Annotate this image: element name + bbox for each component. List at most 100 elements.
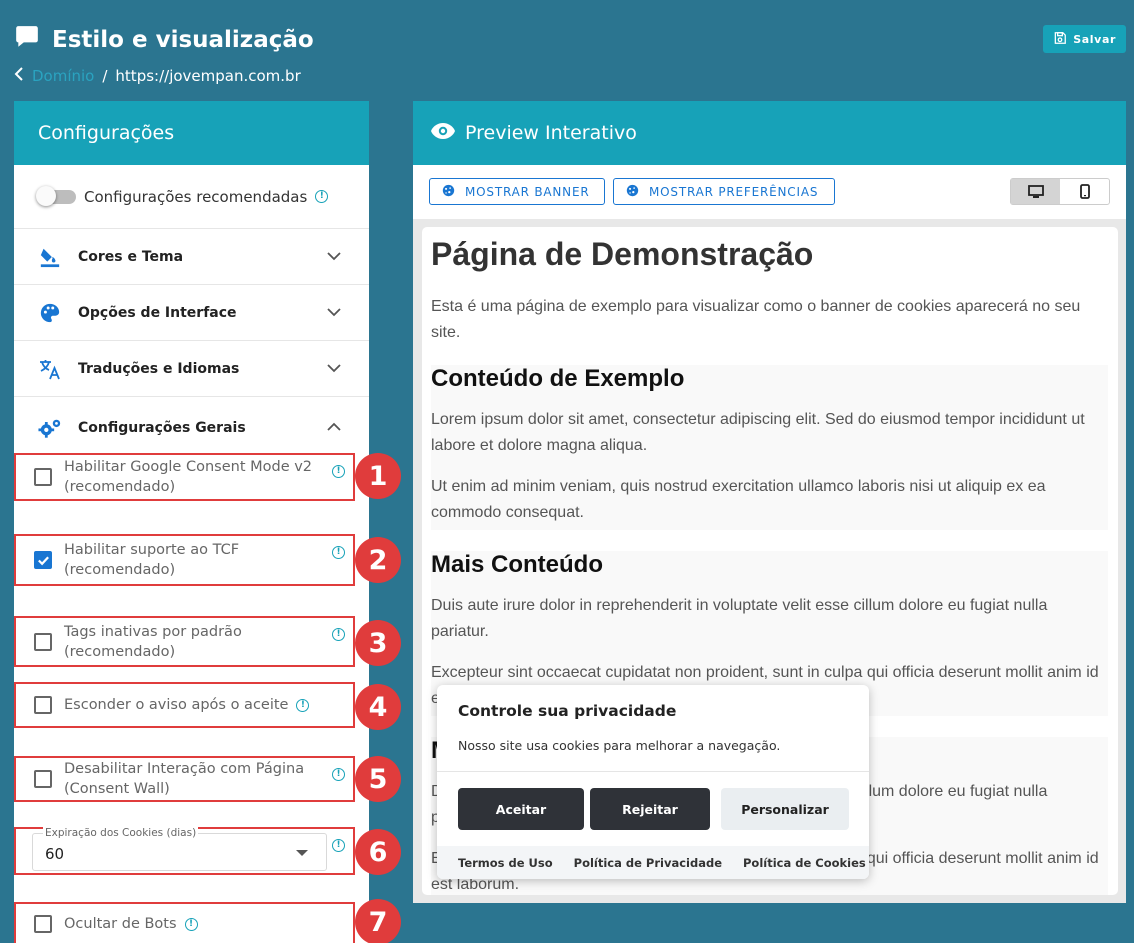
option-hide-from-bots[interactable]: Ocultar de Bots ! — [14, 902, 355, 943]
section-paragraph: Ut enim ad minim veniam, quis nostrud ex… — [431, 478, 1046, 521]
terms-of-use-link[interactable]: Termos de Uso — [458, 856, 553, 870]
desktop-view-button[interactable] — [1011, 179, 1060, 204]
mobile-view-button[interactable] — [1060, 179, 1109, 204]
demo-intro: Esta é uma página de exemplo para visual… — [431, 298, 1081, 341]
section-paragraph: Lorem ipsum dolor sit amet, consectetur … — [431, 411, 1085, 454]
cookie-banner: Controle sua privacidade Nosso site usa … — [437, 685, 869, 879]
number-badge-7: 7 — [355, 899, 401, 943]
chevron-down-icon — [327, 305, 341, 321]
checkbox[interactable] — [34, 468, 52, 486]
option-consent-wall[interactable]: Desabilitar Interação com Página (Consent… — [14, 756, 355, 802]
preview-panel-header: Preview Interativo — [413, 101, 1126, 165]
accordion-translations-languages[interactable]: Traduções e Idiomas — [14, 341, 369, 397]
info-icon[interactable]: ! — [332, 546, 345, 559]
show-banner-label: MOSTRAR BANNER — [465, 184, 590, 199]
palette-icon — [38, 301, 62, 325]
reject-button[interactable]: Rejeitar — [590, 788, 710, 830]
breadcrumb-separator: / — [102, 67, 108, 85]
show-banner-button[interactable]: MOSTRAR BANNER — [429, 178, 605, 205]
cookie-expiration-select[interactable]: Expiração dos Cookies (dias) 60 — [32, 827, 327, 871]
option-label: Ocultar de Bots — [64, 916, 177, 932]
recommended-settings-row: Configurações recomendadas ! — [14, 165, 369, 229]
accordion-general-settings[interactable]: Configurações Gerais — [14, 397, 369, 459]
info-icon[interactable]: ! — [296, 698, 310, 712]
cookie-policy-link[interactable]: Política de Cookies — [743, 856, 866, 870]
option-label: Esconder o aviso após o aceite — [64, 697, 289, 713]
privacy-policy-link[interactable]: Política de Privacidade — [574, 856, 722, 870]
breadcrumb-link-domain[interactable]: Domínio — [32, 67, 94, 85]
recommended-settings-label: Configurações recomendadas — [84, 187, 308, 206]
gears-icon — [38, 416, 62, 440]
section-paragraph: Duis aute irure dolor in reprehenderit i… — [431, 597, 1048, 640]
preview-toolbar: MOSTRAR BANNER MOSTRAR PREFERÊNCIAS — [413, 165, 1126, 219]
number-badge-6: 6 — [355, 829, 401, 875]
option-label: Habilitar suporte ao TCF (recomendado) — [64, 542, 240, 578]
option-cookie-expiration: Expiração dos Cookies (dias) 60 ! — [14, 827, 355, 875]
info-icon[interactable]: ! — [184, 917, 198, 931]
config-panel: Configurações Configurações recomendadas… — [14, 101, 369, 943]
chevron-up-icon — [327, 420, 341, 436]
breadcrumb: Domínio / https://jovempan.com.br — [14, 67, 301, 85]
recommended-settings-toggle[interactable] — [36, 185, 76, 206]
number-badge-3: 3 — [355, 620, 401, 666]
caret-down-icon — [296, 850, 308, 856]
monitor-icon — [1027, 184, 1044, 198]
info-icon[interactable]: ! — [332, 465, 345, 478]
eye-icon — [431, 122, 455, 145]
option-google-consent-mode[interactable]: Habilitar Google Consent Mode v2 (recomen… — [14, 453, 355, 501]
cookie-banner-title: Controle sua privacidade — [458, 702, 677, 720]
section-title: Mais Conteúdo — [431, 551, 603, 578]
checkbox[interactable] — [34, 770, 52, 788]
accordion-label: Traduções e Idiomas — [78, 360, 240, 377]
number-badge-1: 1 — [355, 453, 401, 499]
show-preferences-button[interactable]: MOSTRAR PREFERÊNCIAS — [613, 178, 835, 205]
preview-panel-title: Preview Interativo — [465, 122, 637, 144]
section-title: Conteúdo de Exemplo — [431, 365, 685, 392]
option-inactive-tags[interactable]: Tags inativas por padrão (recomendado) ! — [14, 616, 355, 667]
paint-bucket-icon — [38, 245, 62, 269]
show-preferences-label: MOSTRAR PREFERÊNCIAS — [649, 184, 819, 199]
option-label: Habilitar Google Consent Mode v2 (recomen… — [64, 459, 313, 495]
option-hide-after-accept[interactable]: Esconder o aviso após o aceite ! — [14, 682, 355, 728]
checkbox-checked[interactable] — [34, 551, 52, 569]
chevron-down-icon — [327, 249, 341, 265]
chevron-left-icon[interactable] — [14, 67, 24, 85]
chat-bubble-icon — [14, 24, 40, 55]
config-panel-title: Configurações — [14, 101, 369, 165]
cookie-banner-text: Nosso site usa cookies para melhorar a n… — [458, 738, 781, 753]
translate-icon — [38, 357, 62, 381]
info-icon[interactable]: ! — [332, 768, 345, 781]
info-icon[interactable]: ! — [315, 190, 329, 203]
checkmark-icon — [37, 555, 49, 565]
info-icon[interactable]: ! — [332, 628, 345, 641]
checkbox[interactable] — [34, 915, 52, 933]
cookie-icon — [626, 184, 639, 200]
divider — [437, 771, 869, 772]
option-label: Tags inativas por padrão (recomendado) — [64, 623, 242, 660]
info-icon[interactable]: ! — [332, 839, 345, 852]
accordion-colors-theme[interactable]: Cores e Tema — [14, 229, 369, 285]
accordion-label: Opções de Interface — [78, 304, 237, 321]
option-tcf-support[interactable]: Habilitar suporte ao TCF (recomendado) ! — [14, 534, 355, 586]
checkbox[interactable] — [34, 632, 52, 651]
checkbox[interactable] — [34, 696, 52, 714]
accordion-interface-options[interactable]: Opções de Interface — [14, 285, 369, 341]
number-badge-5: 5 — [355, 756, 401, 802]
phone-icon — [1079, 184, 1090, 199]
demo-page-title: Página de Demonstração — [431, 236, 814, 272]
page-title: Estilo e visualização — [52, 26, 314, 53]
save-button[interactable]: Salvar — [1043, 25, 1126, 53]
accordion-label: Cores e Tema — [78, 248, 184, 265]
number-badge-4: 4 — [355, 684, 401, 730]
device-toggle-group — [1010, 178, 1110, 205]
select-value: 60 — [45, 845, 65, 863]
option-label: Desabilitar Interação com Página (Consent… — [64, 761, 305, 797]
accordion-label: Configurações Gerais — [78, 420, 246, 436]
customize-button[interactable]: Personalizar — [721, 788, 849, 830]
floppy-disk-icon — [1053, 31, 1067, 48]
select-label: Expiração dos Cookies (dias) — [43, 827, 199, 839]
accept-button[interactable]: Aceitar — [458, 788, 584, 830]
breadcrumb-current: https://jovempan.com.br — [115, 67, 301, 85]
chevron-down-icon — [327, 361, 341, 377]
cookie-banner-footer: Termos de Uso Política de Privacidade Po… — [437, 846, 869, 879]
